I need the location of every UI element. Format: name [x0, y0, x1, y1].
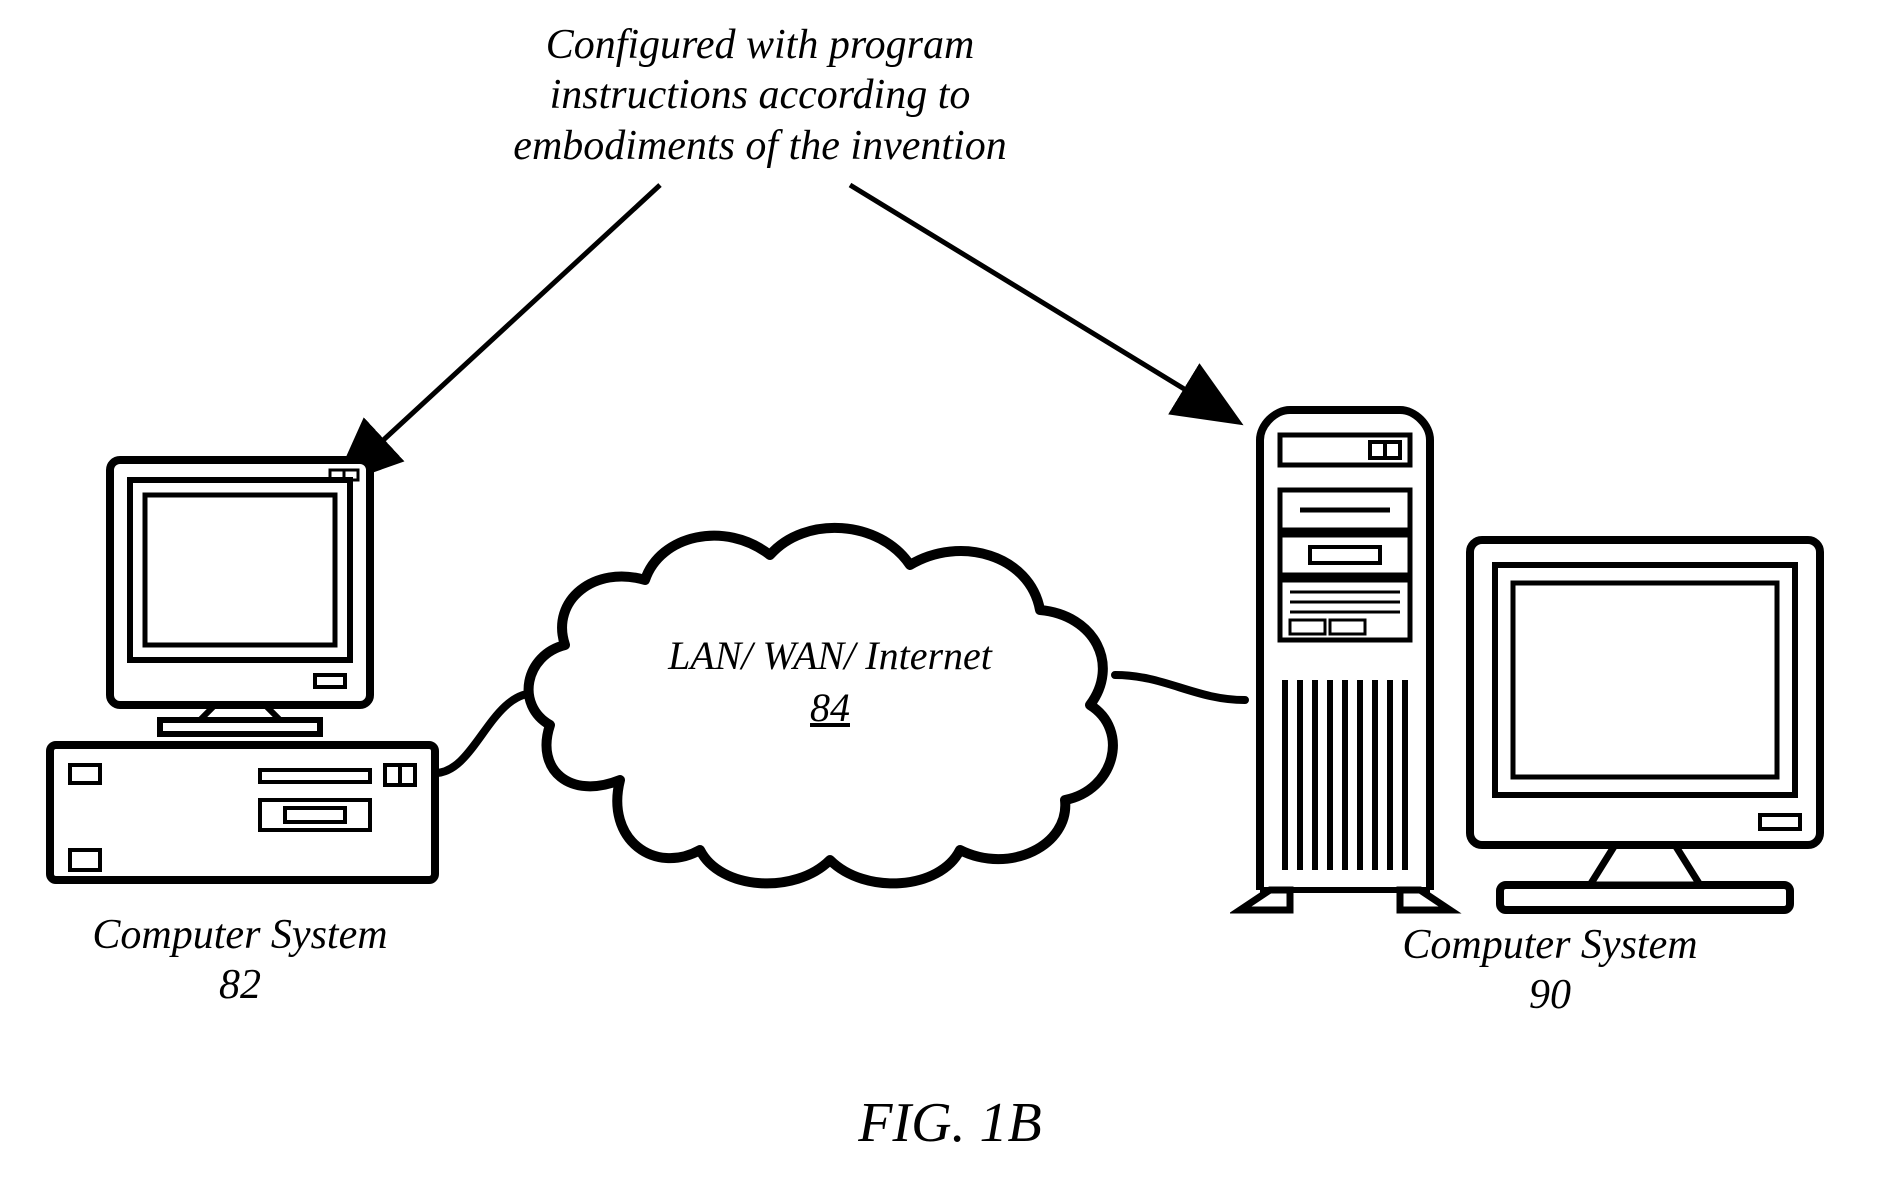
diagram-canvas: Configured with program instructions acc…	[0, 0, 1900, 1185]
monitor-icon	[1470, 540, 1820, 910]
right-computer-label: Computer System 90	[1290, 920, 1810, 1021]
tower-icon	[1240, 410, 1450, 910]
figure-caption: FIG. 1B	[700, 1090, 1200, 1157]
right-computer-ref: 90	[1529, 972, 1571, 1018]
cloud-title: LAN/ WAN/ Internet	[668, 633, 992, 678]
right-computer-title: Computer System	[1402, 922, 1697, 968]
left-computer-icon	[30, 430, 450, 900]
right-computer-icon	[1230, 390, 1870, 930]
cloud-ref: 84	[810, 685, 850, 730]
cloud-label: LAN/ WAN/ Internet 84	[620, 630, 1040, 734]
left-computer-title: Computer System	[92, 912, 387, 958]
left-computer-label: Computer System 82	[30, 910, 450, 1011]
left-computer-ref: 82	[219, 962, 261, 1008]
figure-caption-text: FIG. 1B	[858, 1092, 1042, 1154]
